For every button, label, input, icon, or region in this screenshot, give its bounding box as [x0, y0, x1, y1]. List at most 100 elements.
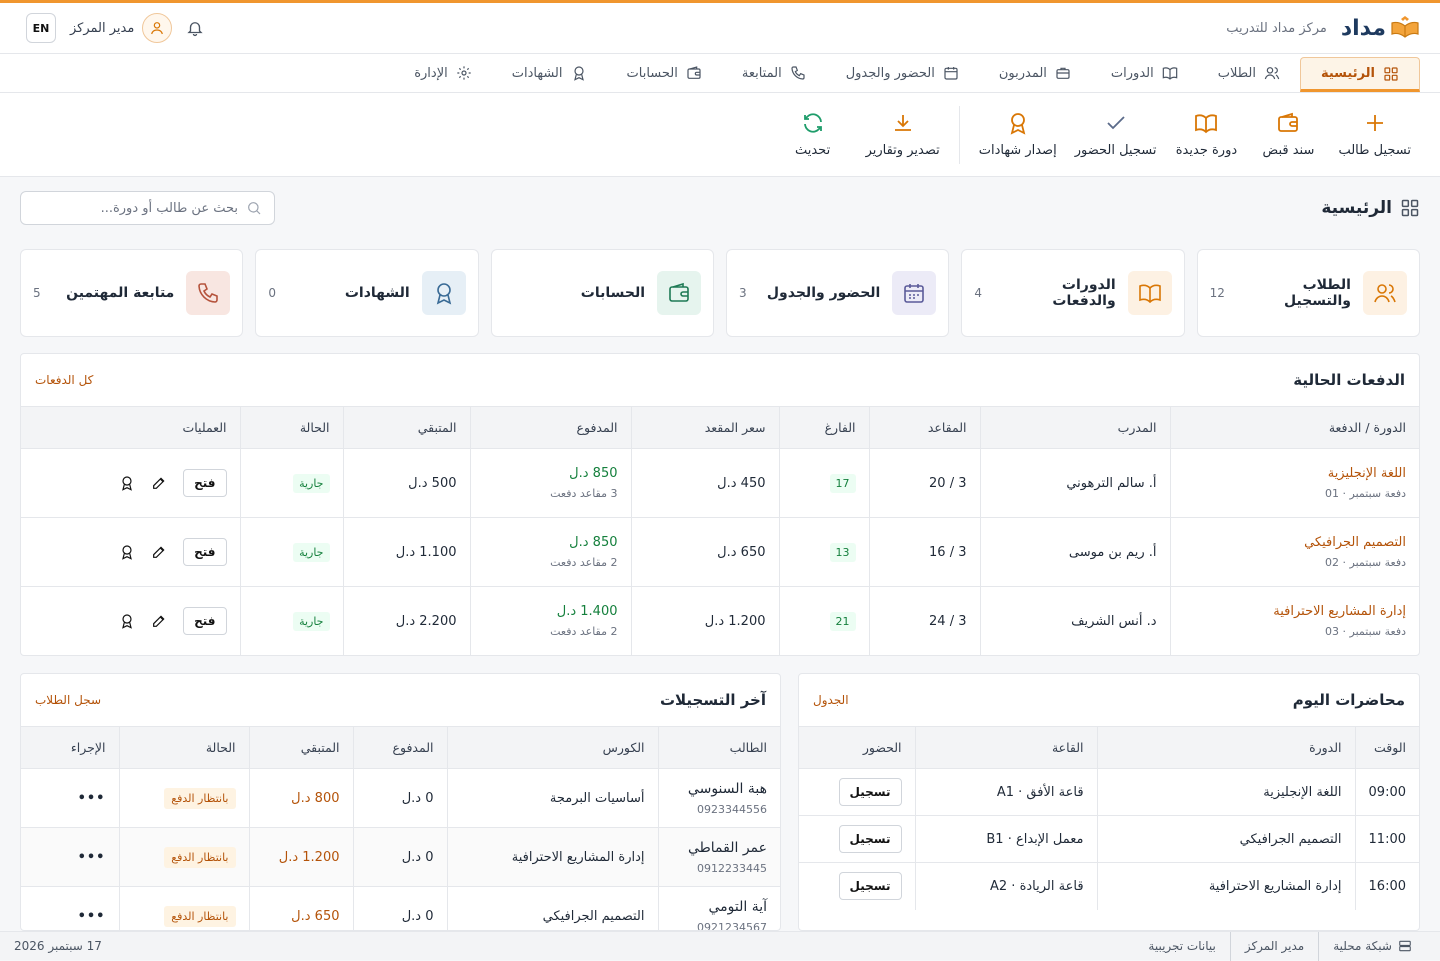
export-button[interactable]: تصدير وتقارير: [857, 93, 949, 177]
course-link[interactable]: إدارة المشاريع الاحترافية: [1184, 604, 1406, 619]
attendance-button[interactable]: تسجيل الحضور: [1066, 93, 1166, 177]
record-attendance-button[interactable]: تسجيل: [838, 872, 902, 901]
more-options-icon[interactable]: •••: [78, 909, 106, 924]
more-options-icon[interactable]: •••: [78, 791, 106, 806]
column-header[interactable]: الطالب: [657, 726, 780, 769]
card-certificates[interactable]: الشهادات 0: [255, 249, 479, 337]
column-header[interactable]: الكورس: [446, 726, 658, 769]
schedule-link[interactable]: الجدول: [813, 693, 849, 707]
card-attendance[interactable]: الحضور والجدول 3: [726, 249, 950, 337]
card-followup[interactable]: متابعة المهتمين 5: [20, 249, 244, 337]
card-icon-box: [421, 271, 466, 315]
award-icon[interactable]: [119, 544, 135, 560]
column-header[interactable]: الإجراء: [21, 726, 119, 769]
tab-home[interactable]: الرئيسية: [1299, 57, 1420, 92]
course-link[interactable]: التصميم الجرافيكي: [1184, 535, 1406, 550]
column-header[interactable]: القاعة: [914, 726, 1098, 769]
award-icon[interactable]: [119, 475, 135, 491]
column-header[interactable]: الحالة: [239, 406, 343, 449]
certificates-button[interactable]: إصدار شهادات: [970, 93, 1066, 177]
logo[interactable]: مداد: [1341, 15, 1420, 41]
column-header[interactable]: الوقت: [1354, 726, 1419, 769]
course-link[interactable]: اللغة الإنجليزية: [1184, 466, 1406, 481]
student-name[interactable]: آية التومي: [672, 899, 767, 915]
tab-followup[interactable]: المتابعة: [722, 54, 826, 92]
search-input[interactable]: بحث عن طالب أو دورة...: [20, 191, 275, 225]
student-name[interactable]: هبة السنوسي: [672, 781, 767, 797]
column-header[interactable]: الفارغ: [778, 406, 869, 449]
logo-text: مداد: [1340, 15, 1386, 41]
briefcase-icon: [1056, 67, 1070, 79]
column-header[interactable]: المدفوع: [469, 406, 631, 449]
tab-trainers[interactable]: المدربون: [979, 54, 1091, 92]
all-batches-link[interactable]: كل الدفعات: [35, 373, 93, 387]
tab-students[interactable]: الطلاب: [1198, 54, 1300, 92]
export-label: تصدير وتقارير: [865, 143, 940, 158]
empty-seats-badge: 17: [829, 473, 856, 493]
tab-certificates[interactable]: الشهادات: [492, 54, 607, 92]
edit-icon[interactable]: [151, 475, 167, 491]
card-count: 3: [739, 286, 747, 300]
tab-label: الطلاب: [1217, 65, 1256, 81]
user-menu[interactable]: مدير المركز: [70, 13, 173, 43]
tab-label: الإدارة: [414, 65, 448, 81]
card-courses[interactable]: الدورات والدفعات 4: [961, 249, 1185, 337]
status-badge: بانتظار الدفع: [164, 787, 236, 809]
more-options-icon[interactable]: •••: [78, 850, 106, 865]
remaining-cell: 1.200 د.ل: [248, 827, 353, 887]
network-status: شبكة محلية: [1318, 931, 1426, 961]
record-attendance-button[interactable]: تسجيل: [838, 778, 902, 806]
open-button[interactable]: فتح: [183, 538, 227, 566]
refresh-icon: [803, 113, 822, 133]
paid-cell: 0 د.ل: [352, 827, 447, 887]
column-header[interactable]: المدرب: [979, 406, 1170, 449]
column-header[interactable]: العمليات: [21, 406, 240, 449]
award-icon: [436, 283, 451, 305]
search-placeholder: بحث عن طالب أو دورة...: [100, 200, 238, 216]
column-header[interactable]: سعر المقعد: [630, 406, 779, 449]
tab-courses[interactable]: الدورات: [1091, 54, 1198, 92]
column-header[interactable]: المقاعد: [868, 406, 980, 449]
column-header[interactable]: الدورة: [1096, 726, 1356, 769]
paid-cell: 850 د.ل 2 مقاعد دفعت: [469, 517, 631, 587]
edit-icon[interactable]: [151, 613, 167, 629]
open-button[interactable]: فتح: [183, 607, 227, 636]
receipt-button[interactable]: سند قبض: [1247, 93, 1329, 177]
edit-icon[interactable]: [151, 544, 167, 560]
new-course-button[interactable]: دورة جديدة: [1165, 93, 1247, 177]
language-toggle-button[interactable]: EN: [26, 13, 56, 43]
batch-label: دفعة سبتمبر · 03: [1325, 625, 1406, 639]
students-log-link[interactable]: سجل الطلاب: [35, 693, 101, 707]
tab-attendance[interactable]: الحضور والجدول: [826, 54, 979, 92]
tab-accounts[interactable]: الحسابات: [607, 54, 722, 92]
tab-admin[interactable]: الإدارة: [394, 54, 492, 92]
add-student-button[interactable]: تسجيل طالب: [1329, 93, 1420, 177]
student-name[interactable]: عمر القماطي: [672, 840, 767, 856]
column-header[interactable]: المدفوع: [352, 726, 447, 769]
toolbar-divider: [958, 105, 960, 164]
table-header-row: الدورة / الدفعة المدرب المقاعد الفارغ سع…: [21, 406, 1419, 449]
card-students[interactable]: الطلاب والتسجيل 12: [1196, 249, 1420, 337]
action-cell: •••: [21, 886, 119, 930]
column-header[interactable]: الحالة: [118, 726, 249, 769]
award-icon[interactable]: [119, 613, 135, 630]
column-header[interactable]: المتبقي: [342, 406, 470, 449]
column-header[interactable]: الحضور: [799, 726, 916, 769]
refresh-button[interactable]: تحديث: [769, 93, 857, 177]
check-icon: [1106, 116, 1125, 130]
tab-label: الرئيسية: [1320, 66, 1375, 81]
server-icon: [1399, 940, 1411, 952]
gear-icon: [457, 66, 471, 80]
open-button[interactable]: فتح: [183, 469, 227, 497]
column-header[interactable]: الدورة / الدفعة: [1169, 406, 1419, 449]
card-accounts[interactable]: الحسابات: [490, 249, 715, 337]
seats-cell: 3 / 16: [868, 517, 980, 587]
status-badge: جارية: [293, 611, 330, 631]
latest-registrations-panel: آخر التسجيلات سجل الطلاب الطالب الكورس ا…: [20, 673, 781, 931]
current-batches-panel: الدفعات الحالية كل الدفعات الدورة / الدف…: [20, 353, 1420, 656]
attendance-cell: تسجيل: [799, 815, 916, 863]
record-attendance-button[interactable]: تسجيل: [838, 825, 902, 853]
course-cell: إدارة المشاريع الاحترافية: [446, 827, 658, 887]
column-header[interactable]: المتبقي: [248, 726, 353, 769]
bell-icon[interactable]: [186, 19, 204, 37]
